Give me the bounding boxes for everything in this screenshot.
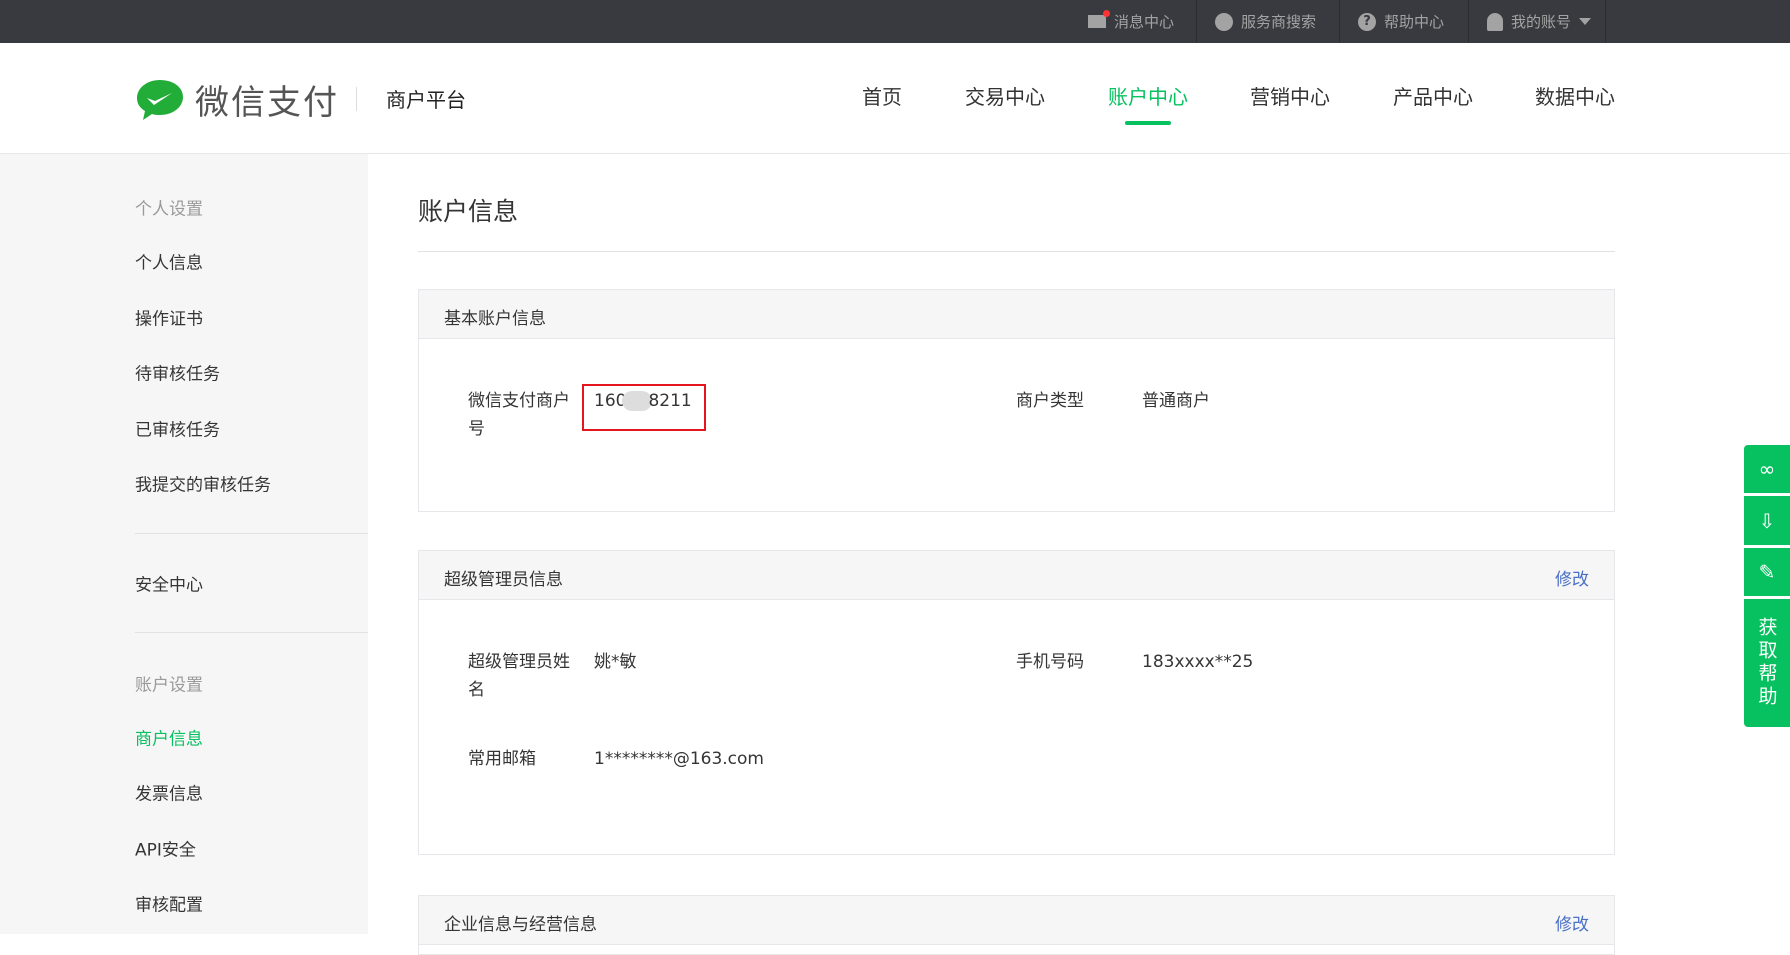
admin-info-card: 超级管理员信息 修改	[418, 550, 1615, 855]
sidebar: 个人设置 个人信息 操作证书 待审核任务 已审核任务 我提交的审核任务 安全中心…	[0, 154, 368, 934]
download-icon: ⇩	[1758, 508, 1776, 533]
sidebar-item-my-submitted[interactable]: 我提交的审核任务	[135, 471, 271, 496]
nav-home[interactable]: 首页	[862, 81, 902, 110]
user-icon	[1487, 12, 1503, 31]
wechat-pay-icon	[137, 79, 183, 120]
provider-search-link[interactable]: 服务商搜索	[1196, 0, 1334, 43]
sidebar-group-personal: 个人设置	[135, 199, 203, 220]
chevron-down-icon	[1579, 18, 1592, 25]
edit-company-link[interactable]: 修改	[1555, 910, 1589, 935]
admin-name-label: 超级管理员姓名	[468, 652, 570, 700]
header: 微信支付 商户平台 首页 交易中心 账户中心 营销中心 产品中心 数据中心	[0, 43, 1790, 154]
divider	[356, 87, 357, 111]
divider	[135, 632, 368, 633]
phone-value: 183xxxx**25	[1142, 652, 1254, 672]
sidebar-item-reviewed[interactable]: 已审核任务	[135, 416, 220, 441]
merchant-id-label: 微信支付商户号	[468, 391, 570, 439]
edit-admin-link[interactable]: 修改	[1555, 565, 1589, 590]
sidebar-item-pending-review[interactable]: 待审核任务	[135, 360, 220, 385]
sidebar-item-api-security[interactable]: API安全	[135, 836, 196, 861]
phone-label: 手机号码	[1016, 652, 1084, 672]
company-info-card: 企业信息与经营信息 修改	[418, 895, 1615, 955]
download-button[interactable]: ⇩	[1744, 496, 1790, 545]
sidebar-item-merchant-info[interactable]: 商户信息	[135, 725, 203, 750]
nav-products[interactable]: 产品中心	[1393, 81, 1473, 110]
active-nav-indicator	[1125, 121, 1171, 125]
admin-name-value: 姚*敏	[594, 652, 637, 672]
sidebar-item-certificate[interactable]: 操作证书	[135, 305, 203, 330]
edit-icon: ✎	[1758, 560, 1776, 584]
card-title: 基本账户信息	[444, 309, 546, 329]
sidebar-item-invoice[interactable]: 发票信息	[135, 780, 203, 805]
merchant-type-value: 普通商户	[1142, 391, 1210, 411]
help-center-link[interactable]: ? 帮助中心	[1339, 0, 1462, 43]
my-account-dropdown[interactable]: 我的账号	[1468, 0, 1607, 43]
help-icon: ?	[1358, 12, 1376, 31]
link-button[interactable]: ∞	[1744, 445, 1790, 493]
nav-account[interactable]: 账户中心	[1108, 81, 1188, 110]
nav-data[interactable]: 数据中心	[1535, 81, 1615, 110]
card-title: 超级管理员信息	[444, 570, 563, 590]
page-title: 账户信息	[418, 197, 519, 226]
sidebar-group-account: 账户设置	[135, 675, 203, 696]
merchant-type-label: 商户类型	[1016, 391, 1084, 411]
divider	[418, 251, 1615, 252]
mail-icon	[1088, 10, 1110, 28]
top-bar: 消息中心 服务商搜索 ? 帮助中心 我的账号	[0, 0, 1790, 43]
link-icon: ∞	[1758, 457, 1776, 481]
search-icon	[1215, 12, 1233, 31]
email-value: 1********@163.com	[594, 749, 764, 769]
highlight-box	[582, 384, 706, 431]
card-title: 企业信息与经营信息	[444, 915, 597, 935]
divider	[135, 533, 368, 534]
platform-title: 商户平台	[386, 88, 466, 112]
wechat-pay-logo[interactable]: 微信支付	[135, 75, 339, 124]
sidebar-item-security[interactable]: 安全中心	[135, 571, 203, 596]
get-help-button[interactable]: 获取帮助	[1744, 599, 1790, 727]
nav-transactions[interactable]: 交易中心	[965, 81, 1045, 110]
sidebar-item-review-config[interactable]: 审核配置	[135, 891, 203, 916]
feedback-button[interactable]: ✎	[1744, 548, 1790, 596]
sidebar-item-personal-info[interactable]: 个人信息	[135, 249, 203, 274]
message-center-link[interactable]: 消息中心	[1070, 0, 1192, 43]
nav-marketing[interactable]: 营销中心	[1250, 81, 1330, 110]
email-label: 常用邮箱	[468, 749, 536, 769]
